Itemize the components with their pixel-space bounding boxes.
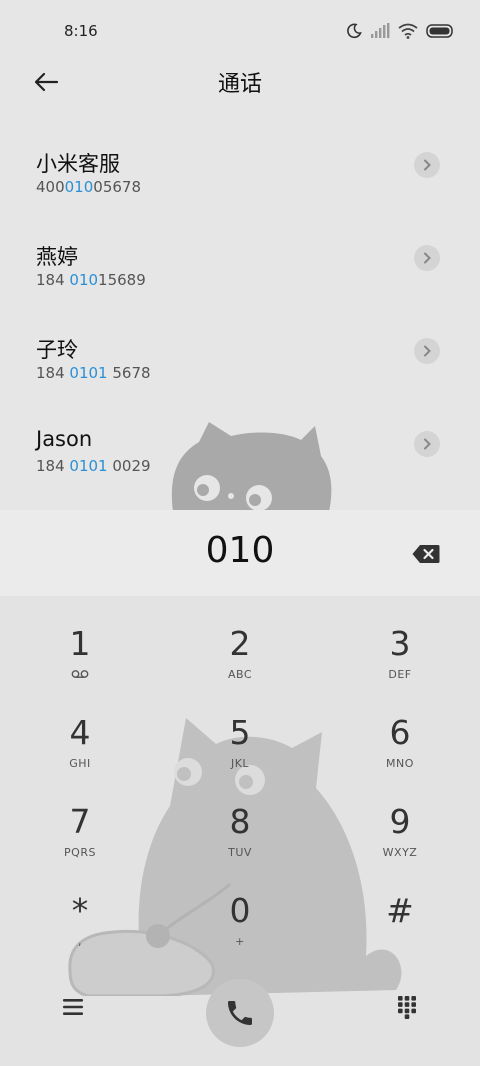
contact-detail-button[interactable] — [414, 152, 440, 178]
contact-detail-button[interactable] — [414, 338, 440, 364]
contact-result-row[interactable]: 子玲 184 0101 5678 — [0, 316, 480, 409]
phone-handset-icon — [228, 1001, 252, 1025]
contact-name: 子玲 — [36, 338, 78, 362]
number-match-highlight: 010 — [64, 178, 94, 196]
number-match-highlight: 0101 — [69, 457, 108, 475]
keypad-area: 1 2 ABC 3 DEF 4 GHI 5 JKL 6 MNO 7 PQRS 8… — [0, 596, 480, 1066]
contact-result-row[interactable]: 燕婷 184 01015689 — [0, 223, 480, 316]
key-6[interactable]: 6 MNO — [340, 713, 460, 793]
dialpad-grid-icon — [398, 996, 416, 1019]
contact-number: 184 01015689 — [36, 271, 146, 289]
contact-result-row[interactable]: 小米客服 40001005678 — [0, 130, 480, 223]
backspace-icon[interactable] — [412, 544, 440, 564]
app-bar: 通话 — [0, 62, 480, 104]
cat-peek-illustration — [171, 422, 332, 512]
do-not-disturb-moon-icon — [347, 23, 362, 39]
contact-name: 燕婷 — [36, 245, 78, 269]
contact-detail-button[interactable] — [414, 431, 440, 457]
key-2[interactable]: 2 ABC — [180, 624, 300, 704]
battery-icon — [426, 24, 453, 38]
contact-number: 184 0101 0029 — [36, 457, 151, 475]
number-match-highlight: 0101 — [69, 364, 108, 382]
key-9[interactable]: 9 WXYZ — [340, 802, 460, 882]
page-title: 通话 — [217, 72, 262, 97]
hamburger-menu-icon — [63, 999, 83, 1015]
key-5[interactable]: 5 JKL — [180, 713, 300, 793]
key-1[interactable]: 1 — [20, 624, 140, 704]
dialed-number-display[interactable]: 010 — [0, 530, 480, 571]
chevron-right-icon — [424, 159, 431, 171]
voicemail-icon — [71, 670, 89, 678]
call-button[interactable] — [206, 979, 274, 1047]
key-3[interactable]: 3 DEF — [340, 624, 460, 704]
key-hash[interactable]: # — [340, 891, 460, 971]
key-7[interactable]: 7 PQRS — [20, 802, 140, 882]
chevron-right-icon — [424, 438, 431, 450]
key-8[interactable]: 8 TUV — [180, 802, 300, 882]
status-time: 8:16 — [64, 22, 98, 40]
contact-detail-button[interactable] — [414, 245, 440, 271]
wifi-icon — [398, 23, 418, 39]
key-star[interactable]: * , — [20, 891, 140, 971]
key-0[interactable]: 0 + — [180, 891, 300, 971]
contact-name: Jason — [36, 427, 93, 451]
signal-strength-icon — [371, 23, 390, 38]
contact-name: 小米客服 — [36, 152, 120, 176]
status-icons — [346, 22, 454, 40]
dial-input-bar: 010 — [0, 510, 480, 596]
contact-number: 184 0101 5678 — [36, 364, 151, 382]
key-4[interactable]: 4 GHI — [20, 713, 140, 793]
status-bar: 8:16 — [0, 0, 480, 62]
contact-number: 40001005678 — [36, 178, 141, 196]
dialpad-toggle-button[interactable] — [392, 992, 422, 1022]
chevron-right-icon — [424, 252, 431, 264]
number-match-highlight: 010 — [69, 271, 99, 289]
menu-button[interactable] — [58, 992, 88, 1022]
chevron-right-icon — [424, 345, 431, 357]
